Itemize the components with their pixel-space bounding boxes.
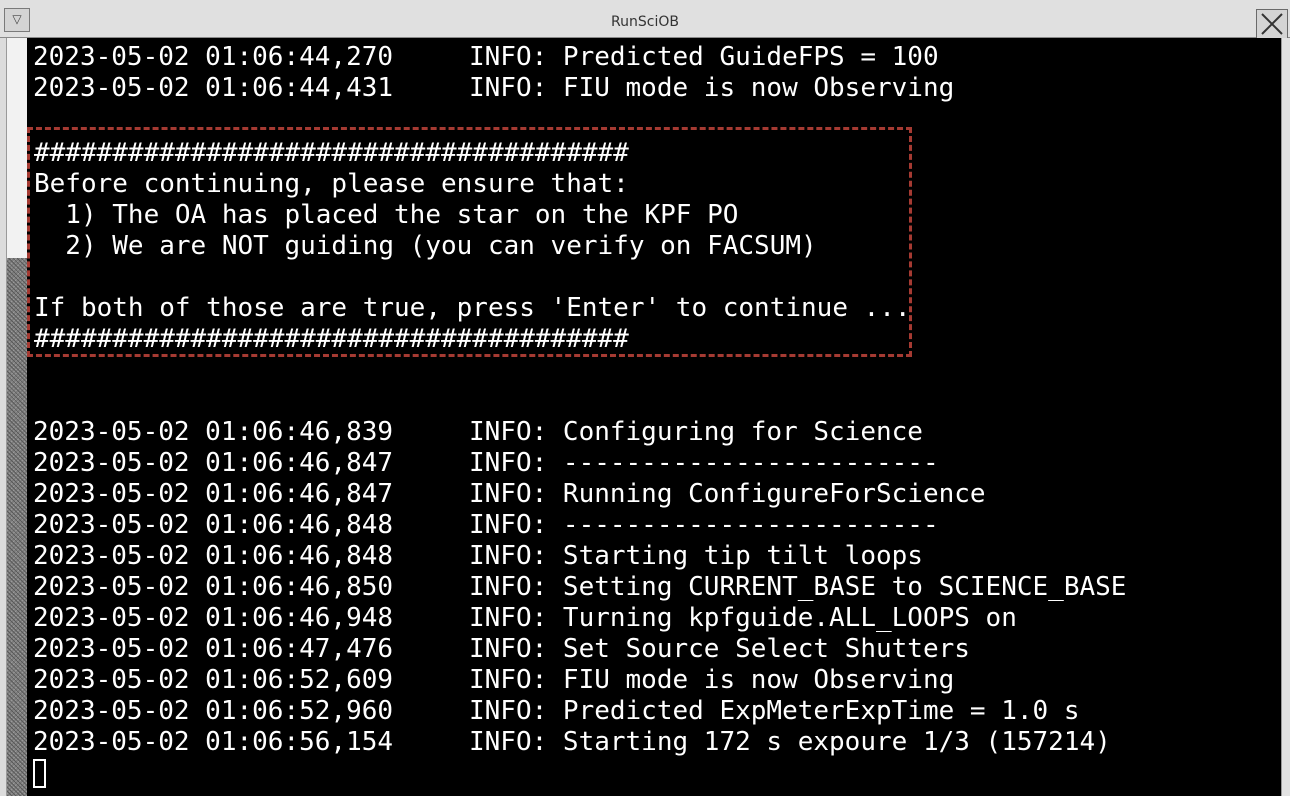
log-timestamp: 2023-05-02 01:06:52,960	[33, 696, 394, 726]
terminal-output[interactable]: 2023-05-02 01:06:44,270 INFO: Predicted G…	[27, 38, 1281, 796]
prompt-line: ######################################	[34, 138, 629, 168]
log-timestamp: 2023-05-02 01:06:52,609	[33, 665, 394, 695]
log-timestamp: 2023-05-02 01:06:44,270	[33, 42, 394, 72]
log-message: INFO: Set Source Select Shutters	[469, 634, 970, 664]
terminal-window: ▽ RunSciOB 2023-05-02 01:06:44,270 INFO: …	[0, 0, 1290, 796]
log-timestamp: 2023-05-02 01:06:46,839	[33, 417, 394, 447]
log-timestamp: 2023-05-02 01:06:46,948	[33, 603, 394, 633]
log-line: 2023-05-02 01:06:46,848 INFO: -----------…	[33, 510, 939, 541]
log-line: 2023-05-02 01:06:46,839 INFO: Configuring…	[33, 417, 923, 448]
log-line: 2023-05-02 01:06:52,960 INFO: Predicted E…	[33, 696, 1079, 727]
log-line: 2023-05-02 01:06:44,431 INFO: FIU mode is…	[33, 73, 954, 104]
log-line: 2023-05-02 01:06:56,154 INFO: Starting 17…	[33, 727, 1111, 758]
log-timestamp: 2023-05-02 01:06:46,848	[33, 510, 394, 540]
log-message: INFO: ------------------------	[469, 448, 939, 478]
window-title: RunSciOB	[611, 14, 679, 30]
log-message: INFO: Configuring for Science	[469, 417, 923, 447]
log-message: INFO: FIU mode is now Observing	[469, 73, 955, 103]
log-line: 2023-05-02 01:06:47,476 INFO: Set Source …	[33, 634, 970, 665]
log-line: 2023-05-02 01:06:46,847 INFO: Running Con…	[33, 479, 986, 510]
log-line: 2023-05-02 01:06:46,847 INFO: -----------…	[33, 448, 939, 479]
log-message: INFO: ------------------------	[469, 510, 939, 540]
log-message: INFO: Running ConfigureForScience	[469, 479, 986, 509]
prompt-line: 1) The OA has placed the star on the KPF…	[34, 200, 739, 230]
log-message: INFO: FIU mode is now Observing	[469, 665, 955, 695]
log-timestamp: 2023-05-02 01:06:44,431	[33, 73, 394, 103]
log-line: 2023-05-02 01:06:46,848 INFO: Starting ti…	[33, 541, 923, 572]
log-timestamp: 2023-05-02 01:06:46,848	[33, 541, 394, 571]
window-right-border[interactable]	[1281, 38, 1290, 796]
scrollbar-thumb[interactable]	[7, 258, 27, 796]
log-line: 2023-05-02 01:06:52,609 INFO: FIU mode is…	[33, 665, 954, 696]
confirmation-prompt-highlight: ###################################### B…	[27, 127, 912, 357]
log-message: INFO: Turning kpfguide.ALL_LOOPS on	[469, 603, 1017, 633]
title-bar[interactable]: ▽ RunSciOB	[0, 0, 1290, 39]
prompt-line: Before continuing, please ensure that:	[34, 169, 629, 199]
window-left-border[interactable]	[0, 38, 7, 796]
scrollbar[interactable]	[7, 38, 27, 796]
log-timestamp: 2023-05-02 01:06:46,847	[33, 479, 394, 509]
prompt-line: ######################################	[34, 324, 629, 354]
log-message: INFO: Predicted GuideFPS = 100	[469, 42, 939, 72]
log-message: INFO: Predicted ExpMeterExpTime = 1.0 s	[469, 696, 1080, 726]
log-timestamp: 2023-05-02 01:06:46,850	[33, 572, 394, 602]
close-button[interactable]	[1256, 9, 1288, 39]
log-message: INFO: Starting tip tilt loops	[469, 541, 923, 571]
close-icon	[1261, 13, 1283, 35]
log-line: 2023-05-02 01:06:44,270 INFO: Predicted G…	[33, 42, 939, 73]
log-timestamp: 2023-05-02 01:06:46,847	[33, 448, 394, 478]
log-timestamp: 2023-05-02 01:06:47,476	[33, 634, 394, 664]
log-timestamp: 2023-05-02 01:06:56,154	[33, 727, 394, 757]
prompt-line: If both of those are true, press 'Enter'…	[34, 293, 911, 323]
log-line: 2023-05-02 01:06:46,948 INFO: Turning kpf…	[33, 603, 1017, 634]
log-message: INFO: Setting CURRENT_BASE to SCIENCE_BA…	[469, 572, 1127, 602]
terminal-cursor[interactable]	[33, 759, 46, 788]
log-line: 2023-05-02 01:06:46,850 INFO: Setting CUR…	[33, 572, 1126, 603]
prompt-line: 2) We are NOT guiding (you can verify on…	[34, 231, 817, 261]
log-message: INFO: Starting 172 s expoure 1/3 (157214…	[469, 727, 1111, 757]
